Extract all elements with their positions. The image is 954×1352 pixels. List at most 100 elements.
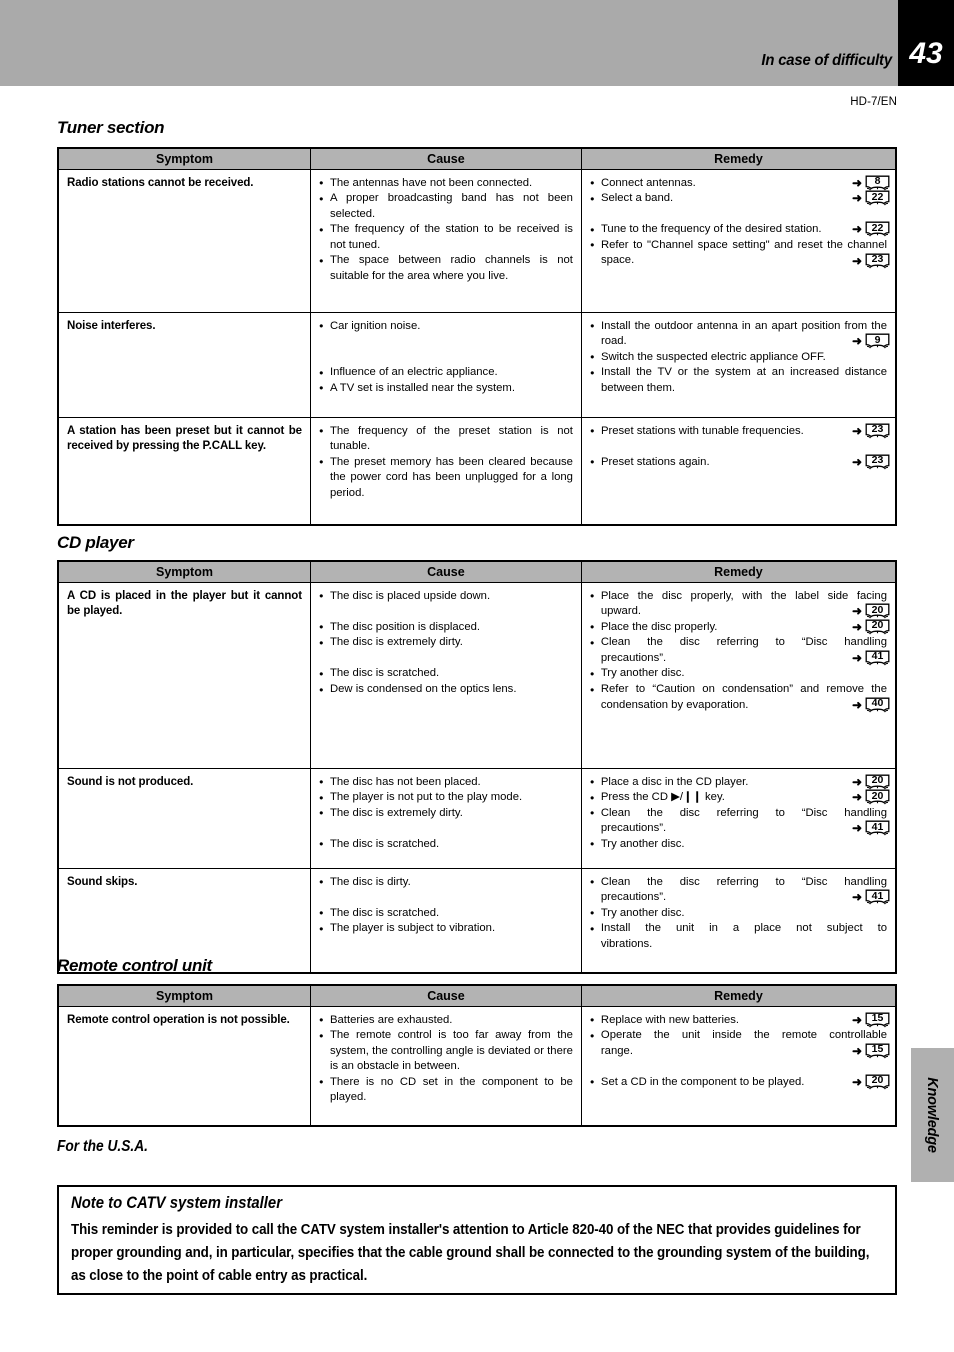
- remedy-text: Tune to the frequency of the desired sta…: [600, 223, 822, 236]
- arrow-right-icon: ➜: [851, 454, 862, 469]
- page-reference[interactable]: ➜ 40: [852, 697, 890, 713]
- page-reference[interactable]: ➜ 15: [852, 1043, 890, 1059]
- page-reference[interactable]: ➜ 20: [852, 774, 890, 790]
- list-item: Connect antennas.: [590, 175, 887, 191]
- cause-text: Car ignition noise.: [329, 319, 421, 332]
- list-item: Refer to "Channel space setting" and res…: [590, 237, 887, 269]
- page-reference-number: 41: [871, 650, 884, 663]
- page-number: 43: [909, 37, 943, 70]
- list-item: Try another disc.: [590, 666, 887, 682]
- page-reference[interactable]: ➜ 20: [852, 789, 890, 805]
- symptom-cell: A station has been preset but it cannot …: [58, 417, 311, 525]
- table-row: Radio stations cannot be received. The an…: [58, 169, 896, 313]
- page-reference[interactable]: ➜ 41: [852, 820, 890, 836]
- page-reference-number: 22: [871, 221, 884, 234]
- remedy-list: Clean the disc referring to “Disc handli…: [590, 874, 887, 953]
- page-reference[interactable]: ➜ 23: [852, 423, 890, 439]
- page-reference-number: 23: [871, 454, 884, 467]
- list-item: Preset stations with tunable frequencies…: [590, 423, 887, 439]
- page-reference[interactable]: ➜ 23: [852, 454, 890, 470]
- list-item: The disc is dirty.: [319, 874, 573, 890]
- page-reference-number: 20: [871, 1074, 884, 1087]
- catv-notice-body: This reminder is provided to call the CA…: [71, 1222, 870, 1284]
- list-item: Clean the disc referring to “Disc handli…: [590, 635, 887, 666]
- page-reference-number: 41: [871, 820, 884, 833]
- column-header-symptom: Symptom: [58, 561, 311, 583]
- arrow-right-icon: ➜: [851, 790, 862, 805]
- list-item: Try another disc.: [590, 905, 887, 921]
- page-reference[interactable]: ➜ 22: [852, 221, 890, 237]
- remedy-text: Try another disc.: [600, 837, 685, 850]
- remedy-text: Clean the disc referring to “Disc handli…: [600, 875, 887, 904]
- page-reference[interactable]: ➜ 41: [852, 650, 890, 666]
- list-item: Tune to the frequency of the desired sta…: [590, 222, 887, 238]
- cause-text: The remote control is too far away from …: [329, 1029, 573, 1073]
- remedy-list: Preset stations with tunable frequencies…: [590, 423, 887, 470]
- column-header-symptom: Symptom: [58, 985, 311, 1007]
- cause-text: The preset memory has been cleared becau…: [329, 455, 573, 499]
- symptom-cell: Remote control operation is not possible…: [58, 1006, 311, 1126]
- cause-text: The disc is scratched.: [329, 837, 440, 850]
- list-item: Clean the disc referring to “Disc handli…: [590, 874, 887, 906]
- cause-text: The disc is placed upside down.: [329, 589, 491, 602]
- remedy-text: Operate the unit inside the remote contr…: [600, 1029, 887, 1057]
- cause-cell: The disc is dirty. The disc is scratched.…: [310, 868, 582, 973]
- section-heading-1: Tuner section: [57, 118, 165, 137]
- list-item: Operate the unit inside the remote contr…: [590, 1028, 887, 1059]
- page-reference[interactable]: ➜ 20: [852, 603, 890, 619]
- page-reference[interactable]: ➜ 8: [852, 175, 890, 191]
- arrow-right-icon: ➜: [851, 697, 862, 712]
- troubleshooting-table-2: Symptom Cause Remedy A CD is placed in the …: [57, 560, 897, 974]
- page-reference[interactable]: ➜ 15: [852, 1012, 890, 1028]
- open-book-icon: 20: [865, 619, 890, 635]
- remedy-text: Replace with new batteries.: [600, 1013, 740, 1026]
- page-reference[interactable]: ➜ 20: [852, 619, 890, 635]
- remedy-text: Switch the suspected electric appliance …: [600, 350, 826, 363]
- open-book-icon: 22: [865, 190, 890, 206]
- column-header-remedy: Remedy: [581, 148, 896, 170]
- symptom-cell: Noise interferes.: [58, 312, 311, 418]
- arrow-right-icon: ➜: [851, 423, 862, 438]
- arrow-right-icon: ➜: [851, 604, 862, 619]
- remedy-list: Connect antennas. Select a band. Tune to t…: [590, 175, 887, 270]
- cause-text: The disc is extremely dirty.: [329, 636, 463, 649]
- remedy-text: Connect antennas.: [600, 176, 696, 189]
- arrow-right-icon: ➜: [851, 334, 862, 349]
- cause-text: The player is subject to vibration.: [329, 922, 496, 935]
- list-item: The antennas have not been connected.: [319, 175, 573, 191]
- catv-notice-box: Note to CATV system installer This remin…: [57, 1185, 897, 1295]
- page-reference[interactable]: ➜ 41: [852, 889, 890, 905]
- page-reference[interactable]: ➜ 9: [852, 333, 890, 349]
- remedy-cell: Replace with new batteries. Operate the u…: [581, 1006, 896, 1126]
- arrow-right-icon: ➜: [851, 175, 862, 190]
- page-reference-number: 20: [871, 789, 884, 802]
- list-item: The player is subject to vibration.: [319, 921, 573, 937]
- page-reference[interactable]: ➜ 22: [852, 190, 890, 206]
- arrow-right-icon: ➜: [851, 1012, 862, 1027]
- page-reference-number: 20: [871, 774, 884, 787]
- remedy-text: Preset stations again.: [600, 455, 710, 468]
- table-row: Sound is not produced.The disc has not b…: [58, 768, 896, 869]
- open-book-icon: 8: [865, 175, 890, 191]
- cause-text: Batteries are exhausted.: [329, 1013, 453, 1026]
- arrow-right-icon: ➜: [851, 774, 862, 789]
- page-reference-number: 23: [871, 253, 884, 266]
- list-item: The preset memory has been cleared becau…: [319, 454, 573, 502]
- cause-text: The disc is scratched.: [329, 906, 440, 919]
- cause-text: The antennas have not been connected.: [329, 176, 533, 189]
- column-header-remedy: Remedy: [581, 561, 896, 583]
- remedy-text: Try another disc.: [600, 906, 685, 919]
- remedy-text: Select a band.: [600, 192, 674, 205]
- page-reference[interactable]: ➜ 20: [852, 1074, 890, 1090]
- symptom-cell: Radio stations cannot be received.: [58, 169, 311, 313]
- open-book-icon: 22: [865, 221, 890, 237]
- section-heading-3: Remote control unit: [57, 956, 212, 975]
- page-reference[interactable]: ➜ 23: [852, 253, 890, 269]
- model-code: HD-7/EN: [850, 96, 897, 108]
- remedy-text: Clean the disc referring to “Disc handli…: [600, 806, 887, 835]
- open-book-icon: 41: [865, 889, 890, 905]
- table-header-row: Symptom Cause Remedy: [58, 148, 896, 170]
- list-item: Influence of an electric appliance.: [319, 365, 573, 381]
- section-heading-2: CD player: [57, 533, 134, 552]
- remedy-list: Place a disc in the CD player. Press the …: [590, 774, 887, 852]
